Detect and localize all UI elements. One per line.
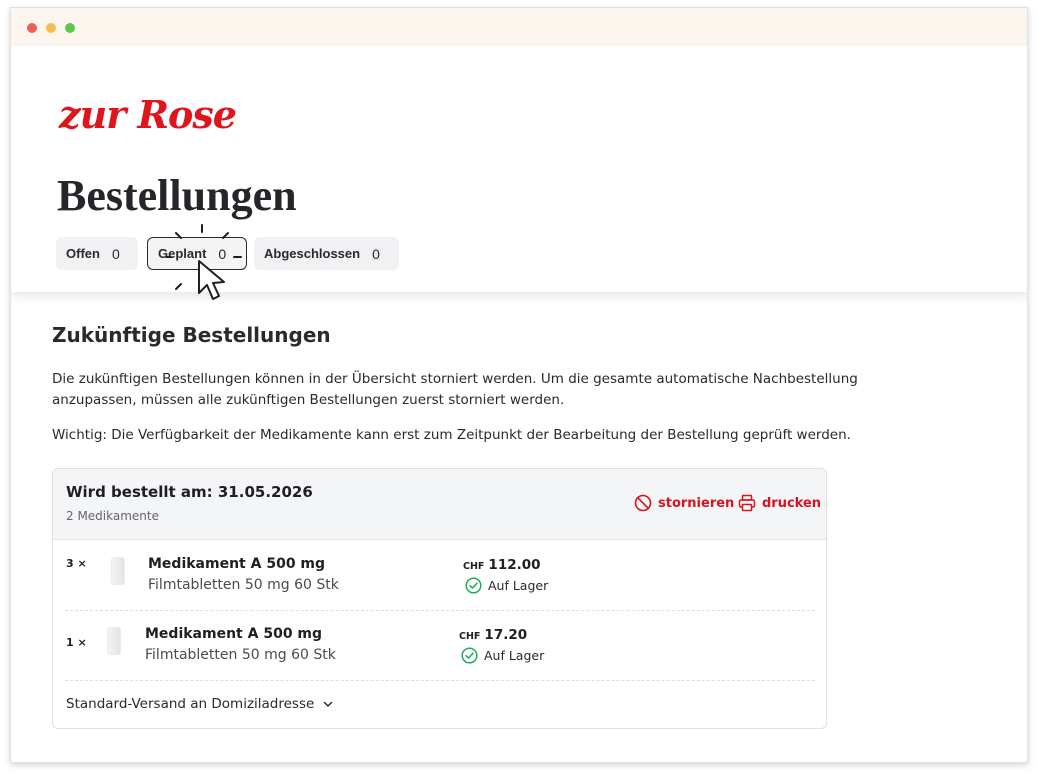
tab-offen[interactable]: Offen 0	[56, 237, 138, 270]
currency-label: CHF	[459, 631, 481, 642]
product-description: Filmtabletten 50 mg 60 Stk	[148, 577, 339, 593]
section-title: Zukünftige Bestellungen	[52, 323, 331, 347]
order-item-count: 2 Medikamente	[66, 509, 159, 523]
product-price: CHF 112.00	[463, 557, 541, 573]
brand-logo[interactable]: zur Rose	[59, 96, 237, 134]
product-name: Medikament A 500 mg	[148, 556, 326, 572]
minimize-window-button[interactable]	[46, 23, 56, 33]
maximize-window-button[interactable]	[65, 23, 75, 33]
tab-count: 0	[111, 245, 120, 262]
stock-label: Auf Lager	[488, 578, 549, 593]
price-value: 17.20	[484, 627, 528, 643]
info-paragraph: Die zukünftigen Bestellungen können in d…	[52, 371, 858, 408]
product-price: CHF 17.20	[459, 627, 527, 643]
shipping-label: Standard-Versand an Domiziladresse	[66, 696, 315, 712]
browser-window: zur Rose Bestellungen Offen 0 Geplant 0 …	[10, 7, 1028, 763]
mouse-pointer-icon	[166, 224, 242, 300]
item-quantity: 3 ×	[66, 557, 87, 570]
order-card: Wird bestellt am: 31.05.2026 2 Medikamen…	[52, 468, 827, 729]
stock-label: Auf Lager	[484, 648, 545, 663]
shipping-method-toggle[interactable]: Standard-Versand an Domiziladresse	[66, 696, 334, 712]
check-circle-icon	[465, 577, 482, 594]
cancel-label: stornieren	[658, 495, 735, 511]
stock-status: Auf Lager	[465, 577, 548, 594]
price-value: 112.00	[488, 557, 541, 573]
close-window-button[interactable]	[27, 23, 37, 33]
cancel-order-button[interactable]: stornieren	[634, 494, 734, 512]
window-titlebar	[11, 8, 1027, 46]
tab-label: Offen	[66, 246, 100, 261]
product-description: Filmtabletten 50 mg 60 Stk	[145, 647, 336, 663]
tab-label: Abgeschlossen	[264, 246, 361, 261]
product-image	[111, 557, 125, 585]
product-name: Medikament A 500 mg	[145, 626, 323, 642]
currency-label: CHF	[463, 561, 485, 572]
printer-icon	[738, 494, 756, 512]
item-divider	[65, 610, 815, 611]
stock-status: Auf Lager	[461, 647, 544, 664]
page-header: zur Rose Bestellungen Offen 0 Geplant 0 …	[11, 46, 1027, 300]
chevron-down-icon	[324, 701, 333, 707]
print-label: drucken	[762, 495, 822, 511]
print-order-button[interactable]: drucken	[738, 494, 821, 512]
check-circle-icon	[461, 647, 478, 664]
item-divider	[65, 680, 815, 681]
item-quantity: 1 ×	[66, 636, 87, 649]
tab-count: 0	[372, 245, 380, 262]
tab-abgeschlossen[interactable]: Abgeschlossen 0	[254, 237, 399, 270]
page-title: Bestellungen	[57, 171, 297, 220]
cancel-icon	[634, 494, 652, 512]
order-date: Wird bestellt am: 31.05.2026	[66, 483, 313, 501]
main-content: Zukünftige Bestellungen Die zukünftigen …	[11, 292, 1027, 762]
order-header: Wird bestellt am: 31.05.2026 2 Medikamen…	[53, 469, 826, 540]
notice-paragraph: Wichtig: Die Verfügbarkeit der Medikamen…	[52, 427, 851, 443]
product-image	[107, 627, 121, 655]
